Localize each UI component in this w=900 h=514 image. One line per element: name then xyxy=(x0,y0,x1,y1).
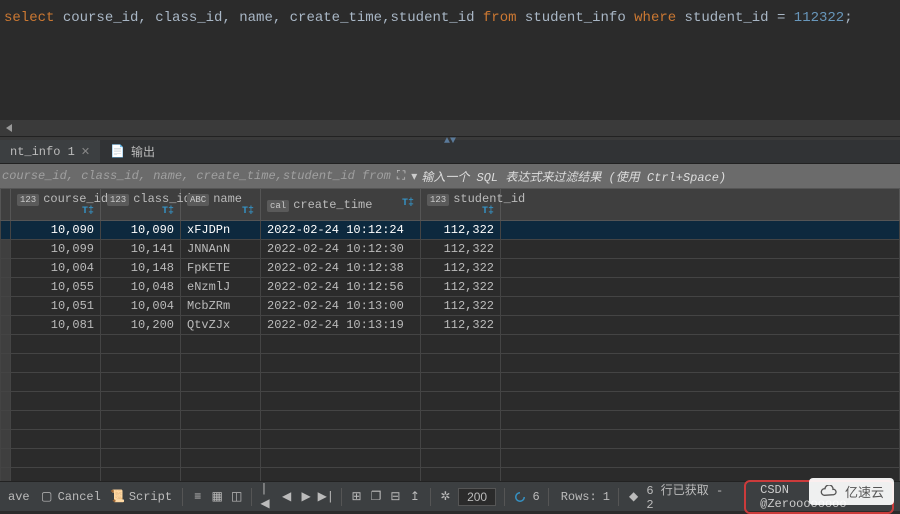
refresh-count: 6 xyxy=(533,490,540,504)
page-size-input[interactable] xyxy=(458,488,496,506)
grid-gutter xyxy=(1,189,11,221)
fetched-label: 6 行已获取 - 2 xyxy=(646,481,734,512)
table-row-empty xyxy=(1,449,900,468)
table-row-empty xyxy=(1,411,900,430)
sort-icon[interactable]: T‡ xyxy=(162,206,174,217)
col-student_id[interactable]: 123student_idT‡ xyxy=(421,189,501,221)
col-create_time[interactable]: calcreate_timeT‡ xyxy=(261,189,421,221)
last-page-icon[interactable]: ▶| xyxy=(319,490,333,504)
tab-output-label: 输出 xyxy=(131,143,155,160)
grid-icon[interactable]: ▦ xyxy=(210,490,223,504)
collapse-handle-icon[interactable]: ▲▼ xyxy=(444,136,456,147)
close-icon[interactable]: ✕ xyxy=(81,145,90,159)
panels-icon[interactable]: ◫ xyxy=(230,490,243,504)
col-course_id[interactable]: 123course_idT‡ xyxy=(11,189,101,221)
table-row-empty xyxy=(1,373,900,392)
del-row-icon[interactable]: ⊟ xyxy=(389,490,402,504)
sort-icon[interactable]: T‡ xyxy=(82,206,94,217)
cancel-icon: ▢ xyxy=(40,490,54,504)
col-spacer xyxy=(501,189,900,221)
table-row-empty xyxy=(1,335,900,354)
table-row[interactable]: 10,08110,200QtvZJx2022-02-24 10:13:19112… xyxy=(1,316,900,335)
bullet-icon: ◆ xyxy=(627,490,640,504)
add-row-icon[interactable]: ⊞ xyxy=(350,490,363,504)
script-button[interactable]: 📜Script xyxy=(109,488,174,506)
sql-editor[interactable]: select course_id, class_id, name, create… xyxy=(0,0,900,120)
hscroll-left[interactable] xyxy=(0,120,900,136)
export-icon[interactable]: ↥ xyxy=(408,490,421,504)
grid-header-row: 123course_idT‡ 123class_idT‡ ABCnameT‡ c… xyxy=(1,189,900,221)
dup-row-icon[interactable]: ❐ xyxy=(369,490,382,504)
tab-output[interactable]: 📄 输出 xyxy=(100,140,165,163)
expand-icon[interactable]: ⛶ xyxy=(397,169,405,183)
rows-label: Rows: xyxy=(561,490,597,504)
table-row[interactable]: 10,09010,090xFJDPn2022-02-24 10:12:24112… xyxy=(1,221,900,240)
tab-result[interactable]: nt_info 1 ✕ xyxy=(0,140,100,163)
col-name[interactable]: ABCnameT‡ xyxy=(181,189,261,221)
cancel-button[interactable]: ▢Cancel xyxy=(38,488,103,506)
site-watermark: 亿速云 xyxy=(809,478,894,505)
first-page-icon[interactable]: |◀ xyxy=(260,490,273,504)
save-button[interactable]: ave xyxy=(6,488,32,506)
col-class_id[interactable]: 123class_idT‡ xyxy=(101,189,181,221)
sort-icon[interactable]: T‡ xyxy=(242,206,254,217)
rows-value: 1 xyxy=(603,490,610,504)
settings-icon[interactable]: ✲ xyxy=(439,490,452,504)
table-row[interactable]: 10,05510,048eNzmlJ2022-02-24 10:12:56112… xyxy=(1,278,900,297)
tab-result-label: nt_info 1 xyxy=(10,145,75,159)
result-grid: 123course_idT‡ 123class_idT‡ ABCnameT‡ c… xyxy=(0,188,900,487)
next-page-icon[interactable]: ▶ xyxy=(299,490,312,504)
script-icon: 📜 xyxy=(111,490,125,504)
bottom-toolbar: ave ▢Cancel 📜Script ≡ ▦ ◫ |◀ ◀ ▶ ▶| ⊞ ❐ … xyxy=(0,481,900,511)
record-icon[interactable]: ≡ xyxy=(191,490,204,504)
refresh-icon[interactable] xyxy=(513,490,526,504)
table-row[interactable]: 10,00410,148FpKETE2022-02-24 10:12:38112… xyxy=(1,259,900,278)
table-row[interactable]: 10,05110,004McbZRm2022-02-24 10:13:00112… xyxy=(1,297,900,316)
table-row-empty xyxy=(1,430,900,449)
table-row-empty xyxy=(1,392,900,411)
query-echo: course_id, class_id, name, create_time,s… xyxy=(2,169,391,183)
table-row[interactable]: 10,09910,141JNNAnN2022-02-24 10:12:30112… xyxy=(1,240,900,259)
table-row-empty xyxy=(1,354,900,373)
filter-input[interactable]: 输入一个 SQL 表达式来过滤结果 (使用 Ctrl+Space) xyxy=(417,168,898,185)
prev-page-icon[interactable]: ◀ xyxy=(280,490,293,504)
sort-icon[interactable]: T‡ xyxy=(402,198,414,209)
cloud-icon xyxy=(819,485,839,499)
sort-icon[interactable]: T‡ xyxy=(482,206,494,217)
output-icon: 📄 xyxy=(110,144,125,159)
filter-bar: course_id, class_id, name, create_time,s… xyxy=(0,164,900,188)
